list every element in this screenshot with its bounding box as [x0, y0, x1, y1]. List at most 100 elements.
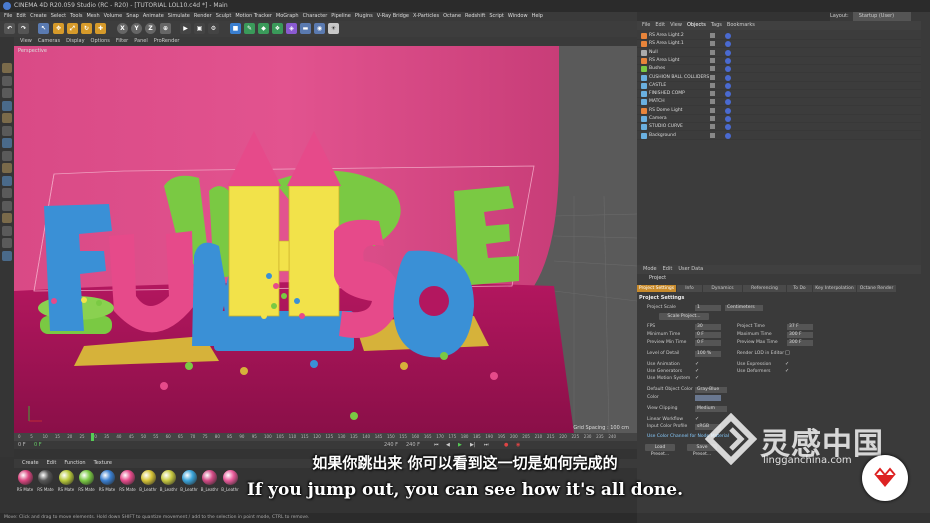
coordinate-system-icon[interactable]: ⊕ — [160, 23, 171, 34]
visibility-toggle[interactable] — [710, 82, 715, 88]
view-clipping-dropdown[interactable]: Medium — [695, 406, 727, 412]
timeline-end-field[interactable]: 240 F — [384, 441, 398, 449]
attribute-tab-referencing[interactable]: Referencing — [743, 285, 786, 292]
timeline-playhead[interactable] — [91, 433, 94, 441]
object-tag-icon[interactable] — [725, 66, 731, 73]
attribute-tab-info[interactable]: Info — [677, 285, 702, 292]
attribute-menu-user-data[interactable]: User Data — [678, 266, 703, 272]
menu-item-x-particles[interactable]: X-Particles — [413, 13, 439, 19]
tweak-mode-icon[interactable] — [2, 163, 12, 173]
attribute-tab-to-do[interactable]: To Do — [787, 285, 812, 292]
menu-item-select[interactable]: Select — [51, 13, 66, 19]
previous-frame-icon[interactable]: ◀ — [446, 441, 450, 449]
default-color-dropdown[interactable]: Gray-Blue — [695, 387, 727, 393]
visibility-toggle[interactable] — [710, 99, 715, 105]
timeline-start-field[interactable]: 0 F — [18, 441, 26, 449]
menu-item-script[interactable]: Script — [489, 13, 504, 19]
linear-workflow-checkbox[interactable]: ✓ — [695, 417, 700, 422]
object-tag-icon[interactable] — [725, 49, 731, 56]
menu-item-create[interactable]: Create — [30, 13, 47, 19]
object-row[interactable]: Camera — [637, 115, 921, 123]
viewport-menu-filter[interactable]: Filter — [116, 38, 128, 44]
object-tag-icon[interactable] — [725, 91, 731, 98]
use-motion-checkbox[interactable]: ✓ — [695, 376, 700, 381]
object-name[interactable]: Bushes — [649, 65, 665, 73]
object-tag-icon[interactable] — [725, 99, 731, 106]
model-mode-icon[interactable] — [2, 75, 12, 86]
menu-item-file[interactable]: File — [4, 13, 12, 19]
menu-item-volume[interactable]: Volume — [104, 13, 123, 19]
object-name[interactable]: MATCH — [649, 98, 665, 106]
edges-mode-icon[interactable] — [2, 125, 12, 136]
menu-item-window[interactable]: Window — [508, 13, 528, 19]
viewport-menu-view[interactable]: View — [20, 38, 32, 44]
snap-icon[interactable] — [2, 175, 12, 186]
menu-item-mograph[interactable]: MoGraph — [276, 13, 299, 19]
object-tag-icon[interactable] — [725, 74, 731, 81]
menu-item-animate[interactable]: Animate — [143, 13, 164, 19]
project-scale-unit-dropdown[interactable]: Centimeters — [725, 305, 763, 311]
paint-icon[interactable] — [2, 250, 12, 261]
max-time-field[interactable]: 300 F — [787, 332, 813, 338]
rotate-tool-icon[interactable]: ↻ — [81, 23, 92, 34]
workplane-lock-icon[interactable] — [2, 188, 12, 198]
object-menu-edit[interactable]: Edit — [655, 22, 665, 28]
axis-x-button[interactable]: X — [117, 23, 128, 34]
object-name[interactable]: CASTLE — [649, 82, 666, 90]
object-row[interactable]: RS Area Light.1 — [637, 40, 921, 49]
autokey-icon[interactable]: ◉ — [516, 441, 520, 449]
visibility-toggle[interactable] — [710, 57, 715, 63]
object-tag-icon[interactable] — [725, 33, 731, 39]
preview-min-field[interactable]: 0 F — [695, 340, 721, 346]
timeline[interactable]: 0 5 10 15 20 25 30 35 40 45 50 55 60 65 70 75 80 85 90 95 10… — [14, 433, 637, 449]
menu-item-help[interactable]: Help — [532, 13, 543, 19]
attribute-tab-octane-render[interactable]: Octane Render — [857, 285, 896, 292]
object-row[interactable]: CASTLE — [637, 82, 921, 90]
load-preset-button[interactable]: Load Preset... — [645, 444, 675, 457]
object-menu-view[interactable]: View — [670, 22, 682, 28]
object-name[interactable]: CUSHION BALL COLLIDERS — [649, 74, 709, 82]
project-scale-field[interactable]: 1 — [695, 305, 721, 311]
object-tag-icon[interactable] — [725, 116, 731, 122]
scale-tool-icon[interactable]: ⤢ — [67, 23, 78, 34]
workplane-icon[interactable] — [2, 100, 12, 111]
menu-item-motion-tracker[interactable]: Motion Tracker — [235, 13, 272, 19]
visibility-toggle[interactable] — [710, 124, 715, 130]
lod-field[interactable]: 100 % — [695, 351, 721, 357]
object-tag-icon[interactable] — [725, 107, 731, 114]
brush-icon[interactable] — [2, 238, 12, 248]
visibility-toggle[interactable] — [710, 33, 715, 38]
attribute-menu-mode[interactable]: Mode — [643, 266, 657, 272]
attribute-tab-dynamics[interactable]: Dynamics — [703, 285, 742, 292]
viewport-solo-icon[interactable] — [2, 213, 12, 223]
project-time-field[interactable]: 37 F — [787, 324, 813, 330]
menu-item-snap[interactable]: Snap — [126, 13, 139, 19]
camera-object-icon[interactable]: ◉ — [314, 23, 325, 34]
object-menu-file[interactable]: File — [642, 22, 650, 28]
visibility-toggle[interactable] — [710, 66, 715, 72]
cube-object-icon[interactable]: ■ — [230, 23, 241, 34]
object-name[interactable]: STUDIO CURVE — [649, 123, 683, 131]
object-row[interactable]: RS Area Light.2 — [637, 32, 921, 40]
object-tag-icon[interactable] — [725, 41, 731, 48]
menu-item-mesh[interactable]: Mesh — [86, 13, 99, 19]
menu-item-simulate[interactable]: Simulate — [168, 13, 190, 19]
timeline-ruler[interactable]: 0 5 10 15 20 25 30 35 40 45 50 55 60 65 70 75 80 85 90 95 10… — [14, 433, 637, 441]
object-name[interactable]: RS Area Light.1 — [649, 40, 684, 48]
undo-icon[interactable]: ↶ — [4, 23, 15, 34]
record-key-icon[interactable]: ● — [504, 441, 508, 449]
fps-field[interactable]: 30 — [695, 324, 721, 330]
object-tag-icon[interactable] — [725, 82, 731, 89]
attribute-tab-project-settings[interactable]: Project Settings — [637, 285, 676, 292]
color-swatch[interactable] — [695, 395, 721, 401]
preview-end-field[interactable]: 240 F — [406, 441, 420, 449]
render-settings-icon[interactable]: ⚙ — [208, 23, 219, 34]
visibility-toggle[interactable] — [710, 132, 715, 138]
redo-icon[interactable]: ↷ — [18, 23, 29, 34]
subdivision-icon[interactable]: ◆ — [258, 23, 269, 34]
object-name[interactable]: Null — [649, 49, 658, 57]
render-lod-checkbox[interactable]: □ — [785, 351, 790, 356]
object-row[interactable]: RS Dome Light — [637, 107, 921, 115]
next-frame-icon[interactable]: ▶| — [470, 441, 476, 449]
menu-item-v-ray-bridge[interactable]: V-Ray Bridge — [377, 13, 409, 19]
